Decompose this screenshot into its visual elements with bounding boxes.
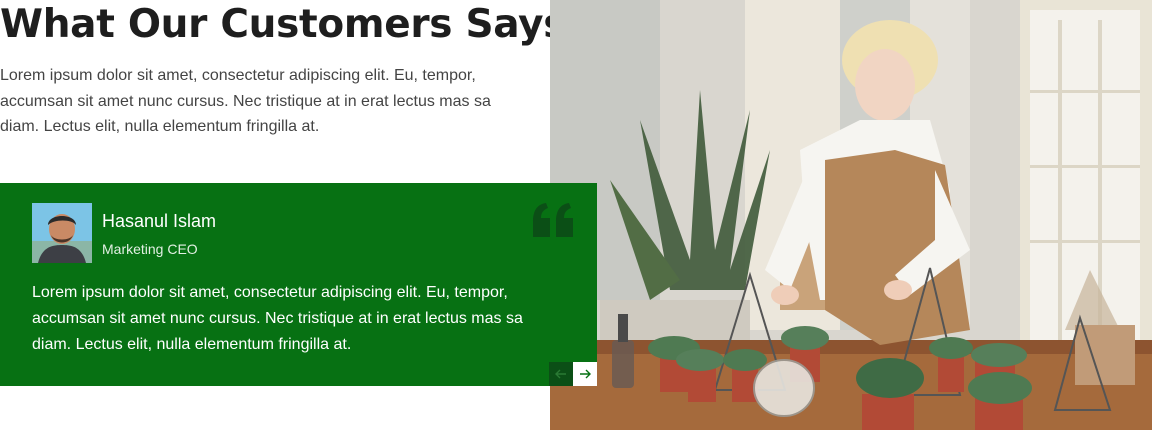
section-title: What Our Customers Says [0, 2, 567, 47]
florist-photo [550, 0, 1152, 430]
testimonial-name: Hasanul Islam [102, 211, 217, 231]
arrow-left-icon [555, 367, 567, 382]
section-intro: Lorem ipsum dolor sit amet, consectetur … [0, 67, 491, 135]
avatar [32, 203, 92, 263]
arrow-right-icon [579, 367, 591, 382]
previous-testimonial-button[interactable] [549, 362, 573, 386]
testimonial-text: Lorem ipsum dolor sit amet, consectetur … [32, 284, 523, 353]
quote-icon [531, 203, 575, 237]
testimonial-card: Hasanul Islam Marketing CEO Lorem ipsum … [0, 183, 597, 386]
next-testimonial-button[interactable] [573, 362, 597, 386]
testimonial-role: Marketing CEO [102, 241, 198, 257]
